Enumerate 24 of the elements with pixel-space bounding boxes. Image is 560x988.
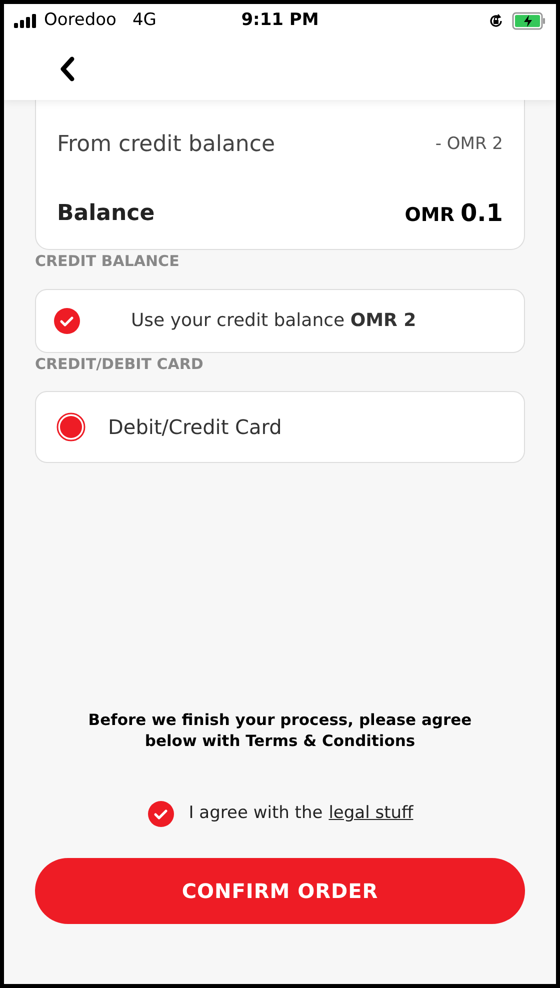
signal-icon: [14, 14, 38, 28]
checked-checkbox[interactable]: [53, 306, 81, 334]
network-type: 4G: [132, 9, 156, 32]
carrier-name: Ooredoo: [44, 9, 116, 32]
clock: 9:11 PM: [241, 9, 319, 32]
legal-link[interactable]: legal stuff: [328, 801, 414, 827]
section-heading: CREDIT/DEBIT CARD: [35, 354, 204, 374]
currency-label: OMR: [404, 203, 454, 228]
agree-label: I agree with the: [188, 802, 323, 826]
confirm-order-button[interactable]: CONFIRM ORDER: [35, 858, 525, 924]
checked-checkbox[interactable]: [146, 800, 175, 828]
battery-icon: [512, 12, 546, 30]
payment-option[interactable]: Debit/Credit Card: [35, 391, 525, 463]
section-heading: CREDIT BALANCE: [35, 251, 180, 272]
terms-notice: Before we finish your process, please agree below with Terms & Conditions: [87, 710, 473, 752]
option-label: Use your credit balance OMR 2: [131, 309, 416, 333]
summary-value: - OMR 2: [435, 132, 503, 156]
selected-radio-button[interactable]: [56, 412, 86, 442]
rotation-lock-icon: [488, 13, 504, 29]
option-label: Debit/Credit Card: [108, 414, 282, 441]
summary-label: From credit balance: [57, 131, 276, 159]
payment-option[interactable]: Use your credit balance OMR 2: [35, 288, 525, 352]
summary-label: Balance: [57, 200, 155, 228]
total-amount: 0.1: [460, 198, 503, 229]
